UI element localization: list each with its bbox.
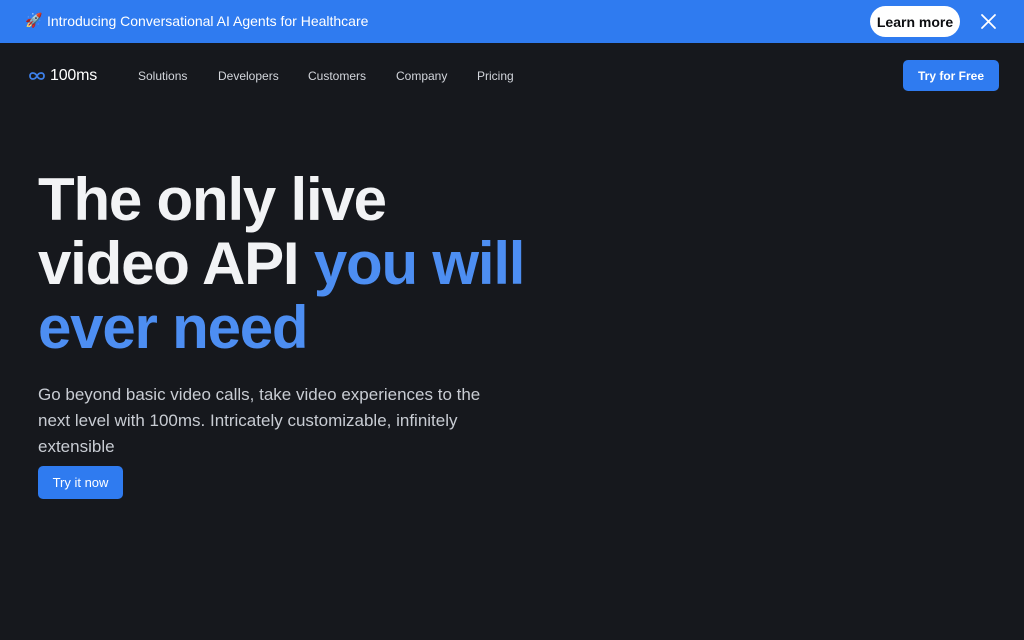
announcement-banner: 🚀 Introducing Conversational AI Agents f… bbox=[0, 0, 1024, 43]
nav-link-solutions[interactable]: Solutions bbox=[138, 69, 187, 83]
close-icon[interactable] bbox=[980, 13, 997, 30]
banner-text: Introducing Conversational AI Agents for… bbox=[47, 12, 369, 29]
learn-more-button[interactable]: Learn more bbox=[870, 6, 960, 37]
try-it-now-button[interactable]: Try it now bbox=[38, 466, 123, 499]
nav-link-pricing[interactable]: Pricing bbox=[477, 69, 514, 83]
hero-subtitle: Go beyond basic video calls, take video … bbox=[38, 385, 481, 456]
hero-title-line2-plain: video API bbox=[38, 230, 314, 297]
logo-text: 100ms bbox=[50, 67, 98, 84]
banner-message[interactable]: 🚀 Introducing Conversational AI Agents f… bbox=[25, 12, 368, 29]
nav-link-company[interactable]: Company bbox=[396, 69, 447, 83]
hero-title-line3-accent: ever need bbox=[38, 294, 309, 361]
try-for-free-button[interactable]: Try for Free bbox=[903, 60, 999, 91]
nav-link-developers[interactable]: Developers bbox=[218, 69, 279, 83]
hero-title-line1: The only live bbox=[38, 166, 387, 233]
rocket-icon: 🚀 bbox=[25, 12, 43, 28]
hero-section: The only live video API you will ever ne… bbox=[38, 168, 638, 499]
top-navigation: 100ms Solutions Developers Customers Com… bbox=[0, 43, 1024, 107]
nav-link-customers[interactable]: Customers bbox=[308, 69, 366, 83]
hero-title-line2-accent: you will bbox=[313, 230, 526, 297]
infinity-logo-icon bbox=[29, 72, 45, 80]
logo[interactable]: 100ms bbox=[28, 67, 97, 85]
hero-title: The only live video API you will ever ne… bbox=[38, 168, 638, 360]
